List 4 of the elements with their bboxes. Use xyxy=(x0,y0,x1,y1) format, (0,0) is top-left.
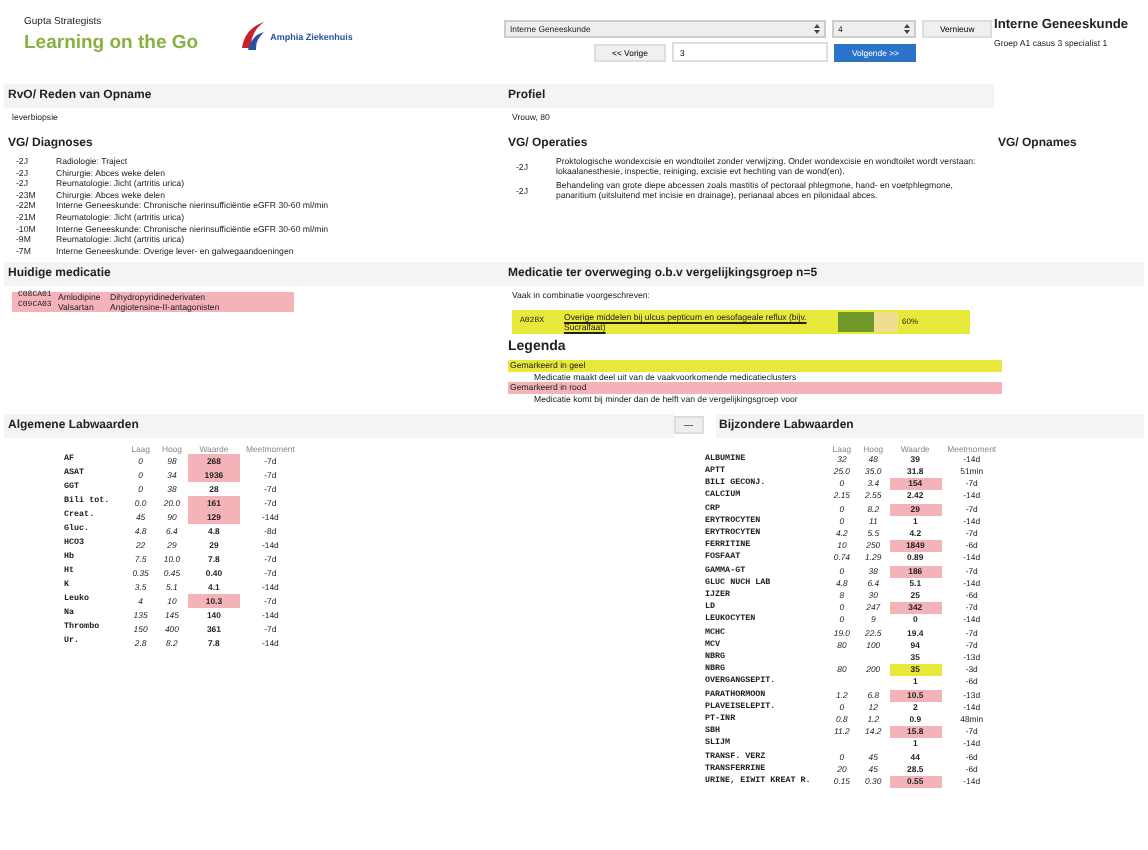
app-title: Learning on the Go xyxy=(24,32,199,54)
bird-logo-icon xyxy=(238,20,267,52)
updown-icon xyxy=(814,24,820,34)
updown-icon xyxy=(904,24,910,34)
